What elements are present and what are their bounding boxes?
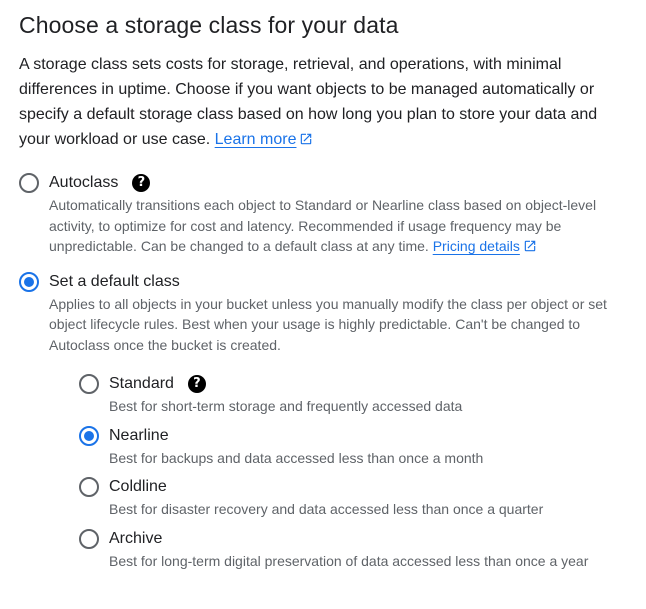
nearline-radio[interactable] bbox=[79, 425, 99, 446]
autoclass-label[interactable]: Autoclass bbox=[49, 174, 118, 191]
default-class-description: Applies to all objects in your bucket un… bbox=[49, 295, 607, 353]
pricing-details-link[interactable]: Pricing details bbox=[433, 238, 520, 254]
coldline-radio[interactable] bbox=[79, 477, 99, 497]
storage-class-section: Choose a storage class for your data A s… bbox=[0, 0, 646, 609]
autoclass-option[interactable]: Autoclass? Automatically transitions eac… bbox=[19, 172, 646, 257]
page-title: Choose a storage class for your data bbox=[19, 12, 399, 38]
help-icon[interactable]: ? bbox=[187, 375, 206, 393]
coldline-label[interactable]: Coldline bbox=[109, 478, 167, 495]
standard-label[interactable]: Standard bbox=[109, 375, 174, 392]
nearline-label[interactable]: Nearline bbox=[109, 427, 169, 444]
open-in-new-icon[interactable] bbox=[299, 132, 313, 146]
archive-description: Best for long-term digital preservation … bbox=[109, 552, 589, 569]
default-class-radio[interactable] bbox=[19, 271, 39, 292]
help-icon[interactable]: ? bbox=[132, 174, 151, 192]
standard-description: Best for short-term storage and frequent… bbox=[109, 398, 463, 414]
learn-more-label: Learn more bbox=[214, 131, 297, 148]
nearline-description: Best for backups and data accessed less … bbox=[109, 449, 484, 466]
archive-label[interactable]: Archive bbox=[109, 530, 162, 547]
standard-radio[interactable] bbox=[79, 374, 99, 394]
default-class-label[interactable]: Set a default class bbox=[49, 273, 180, 290]
pricing-details-label: Pricing details bbox=[432, 238, 520, 254]
class-option-archive[interactable]: Archive Best for long-term digital prese… bbox=[79, 528, 646, 572]
open-in-new-icon[interactable] bbox=[523, 239, 537, 253]
storage-class-list: Standard? Best for short-term storage an… bbox=[49, 373, 646, 571]
class-option-nearline[interactable]: Nearline Best for backups and data acces… bbox=[79, 425, 646, 469]
learn-more-link[interactable]: Learn more bbox=[215, 131, 297, 148]
autoclass-description: Automatically transitions each object to… bbox=[49, 195, 619, 257]
class-option-coldline[interactable]: Coldline Best for disaster recovery and … bbox=[79, 476, 646, 520]
default-class-option[interactable]: Set a default class Applies to all objec… bbox=[19, 271, 646, 572]
class-option-standard[interactable]: Standard? Best for short-term storage an… bbox=[79, 373, 646, 417]
intro-paragraph: A storage class sets costs for storage, … bbox=[19, 52, 629, 152]
autoclass-radio[interactable] bbox=[19, 173, 39, 193]
archive-radio[interactable] bbox=[79, 528, 99, 549]
coldline-description: Best for disaster recovery and data acce… bbox=[109, 501, 544, 517]
